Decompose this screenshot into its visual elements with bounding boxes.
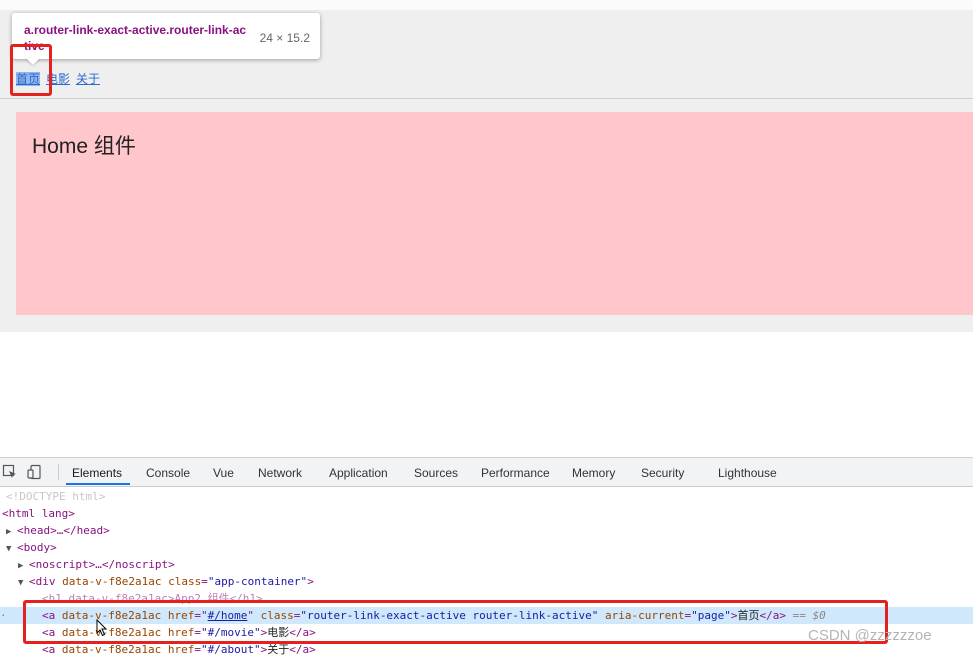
device-toolbar-icon[interactable]	[27, 464, 43, 480]
collapse-triangle-icon[interactable]: ▼	[18, 575, 29, 592]
tooltip-size: 24 × 15.2	[259, 31, 310, 45]
tab-lighthouse[interactable]: Lighthouse	[718, 466, 777, 480]
highlight-box-dom-row	[23, 600, 888, 644]
dom-line-doctype[interactable]: <!DOCTYPE html>	[6, 488, 105, 505]
tab-application[interactable]: Application	[329, 466, 388, 480]
inspect-element-icon[interactable]	[2, 464, 18, 480]
home-title: Home 组件	[32, 135, 136, 158]
dom-line-app-container[interactable]: ▼ <div data-v-f8e2a1ac class="app-contain…	[18, 573, 314, 590]
dom-line-html[interactable]: <html lang>	[2, 505, 75, 522]
nav-divider	[0, 98, 973, 99]
dom-line-body[interactable]: ▼ <body>	[6, 539, 57, 556]
tab-memory[interactable]: Memory	[572, 466, 615, 480]
mouse-cursor-icon	[96, 618, 108, 642]
nav-link-about[interactable]: 关于	[76, 72, 100, 86]
tooltip-selector: a.router-link-exact-active.router-link-a…	[24, 23, 247, 53]
tab-console[interactable]: Console	[146, 466, 190, 480]
tab-performance[interactable]: Performance	[481, 466, 550, 480]
toolbar-separator	[58, 464, 59, 480]
dom-line-head[interactable]: ▶ <head>…</head>	[6, 522, 110, 539]
tab-security[interactable]: Security	[641, 466, 684, 480]
tab-sources[interactable]: Sources	[414, 466, 458, 480]
tab-vue[interactable]: Vue	[213, 466, 234, 480]
dom-line-noscript[interactable]: ▶ <noscript>…</noscript>	[18, 556, 175, 573]
tab-network[interactable]: Network	[258, 466, 302, 480]
home-component: Home 组件	[16, 112, 973, 315]
page-top-strip	[0, 0, 973, 10]
active-tab-indicator	[66, 483, 130, 485]
highlight-box-nav	[10, 44, 52, 96]
tab-elements[interactable]: Elements	[72, 466, 122, 480]
inspect-tooltip: a.router-link-exact-active.router-link-a…	[12, 13, 320, 59]
devtools-toolbar: Elements Console Vue Network Application…	[0, 458, 973, 487]
watermark: CSDN @zzzzzzoe	[808, 627, 932, 644]
collapse-triangle-icon[interactable]: ▼	[6, 541, 17, 558]
